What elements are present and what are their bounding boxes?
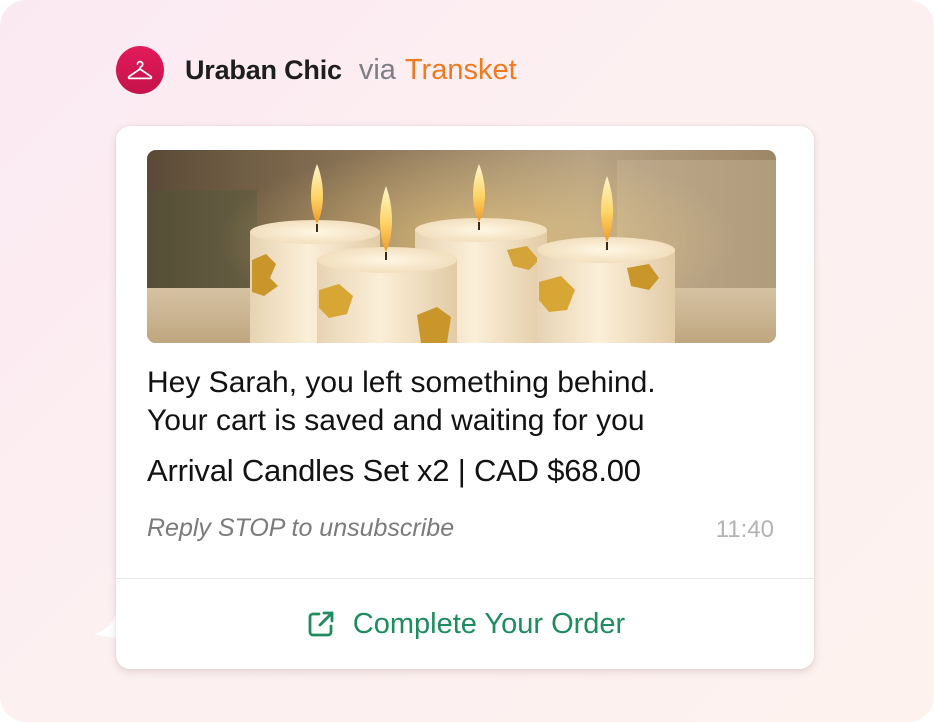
hanger-icon xyxy=(127,60,153,80)
sender-avatar xyxy=(116,46,164,94)
product-summary: Arrival Candles Set x2 | CAD $68.00 xyxy=(147,453,641,488)
sender-header: Uraban Chic via Transket xyxy=(116,46,517,94)
via-label: via xyxy=(358,53,396,86)
complete-order-button[interactable]: Complete Your Order xyxy=(116,579,814,669)
message-bubble: Hey Sarah, you left something behind. Yo… xyxy=(116,126,814,669)
message-line-1: Hey Sarah, you left something behind. xyxy=(147,366,656,399)
product-image[interactable] xyxy=(147,150,776,343)
external-link-icon xyxy=(305,608,337,640)
sender-name: Uraban Chic xyxy=(185,54,342,85)
message-line-2: Your cart is saved and waiting for you xyxy=(147,404,645,437)
optout-note: Reply STOP to unsubscribe xyxy=(147,514,455,542)
platform-name: Transket xyxy=(404,53,517,86)
complete-order-label: Complete Your Order xyxy=(352,607,626,640)
message-timestamp: 11:40 xyxy=(715,516,774,543)
message-text: Hey Sarah, you left something behind. Yo… xyxy=(147,364,787,440)
background-canvas: Uraban Chic via Transket Hey Sarah, you … xyxy=(0,0,934,722)
candles-photo xyxy=(147,150,776,343)
